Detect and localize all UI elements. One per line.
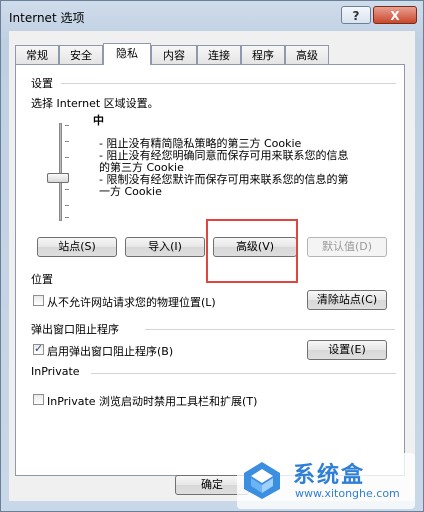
settings-instruction: 选择 Internet 区域设置。	[31, 97, 159, 110]
slider-tick	[65, 205, 69, 206]
advanced-highlight-box	[206, 219, 298, 283]
tab-connections[interactable]: 连接	[197, 45, 241, 64]
privacy-slider-track[interactable]	[59, 123, 62, 221]
tab-advanced[interactable]: 高级	[285, 45, 329, 64]
privacy-level: 中	[93, 114, 104, 127]
default-button[interactable]: 默认值(D)	[307, 237, 387, 257]
slider-tick	[65, 141, 69, 142]
popup-checkbox-label[interactable]: 启用弹出窗口阻止程序(B)	[47, 343, 173, 359]
location-header: 位置	[31, 273, 53, 286]
inprivate-checkbox-label[interactable]: InPrivate 浏览启动时禁用工具栏和扩展(T)	[47, 393, 257, 409]
sites-button[interactable]: 站点(S)	[37, 237, 117, 257]
slider-tick	[65, 125, 69, 126]
location-checkbox-label[interactable]: 从不允许网站请求您的物理位置(L)	[47, 294, 216, 310]
window-title: Internet 选项	[9, 11, 85, 25]
tab-security[interactable]: 安全	[59, 45, 103, 64]
watermark-url: www.xitonghe.com	[295, 487, 400, 500]
inprivate-header: InPrivate	[31, 365, 80, 378]
close-button[interactable]: X	[373, 6, 417, 24]
slider-tick	[65, 189, 69, 190]
popup-divider	[145, 329, 395, 330]
watermark-brand: 系统盒	[293, 463, 366, 488]
location-checkbox[interactable]	[33, 295, 44, 306]
tab-privacy[interactable]: 隐私	[103, 43, 151, 65]
privacy-slider-thumb[interactable]	[47, 173, 69, 183]
privacy-desc-line: 一方 Cookie	[99, 185, 162, 198]
tab-content[interactable]: 内容	[151, 45, 197, 64]
settings-divider	[61, 83, 396, 84]
inprivate-divider	[91, 373, 396, 374]
check-icon: ✓	[34, 342, 44, 355]
inprivate-checkbox[interactable]	[33, 394, 44, 405]
internet-options-window: Internet 选项 ? X 常规 安全 隐私 内容 连接 程序 高级 设置 …	[0, 0, 424, 512]
site-watermark: 系统盒 www.xitonghe.com	[237, 453, 415, 509]
popup-checkbox[interactable]: ✓	[33, 342, 44, 355]
import-button[interactable]: 导入(I)	[125, 237, 205, 257]
tab-general[interactable]: 常规	[15, 45, 59, 64]
slider-tick	[65, 157, 69, 158]
clear-sites-button[interactable]: 清除站点(C)	[307, 290, 387, 310]
popup-settings-button[interactable]: 设置(E)	[307, 340, 387, 360]
popup-header: 弹出窗口阻止程序	[31, 323, 119, 336]
slider-tick	[65, 217, 69, 218]
settings-header: 设置	[31, 77, 53, 90]
help-button[interactable]: ?	[341, 6, 371, 24]
watermark-logo-icon	[244, 462, 280, 499]
tab-programs[interactable]: 程序	[241, 45, 285, 64]
